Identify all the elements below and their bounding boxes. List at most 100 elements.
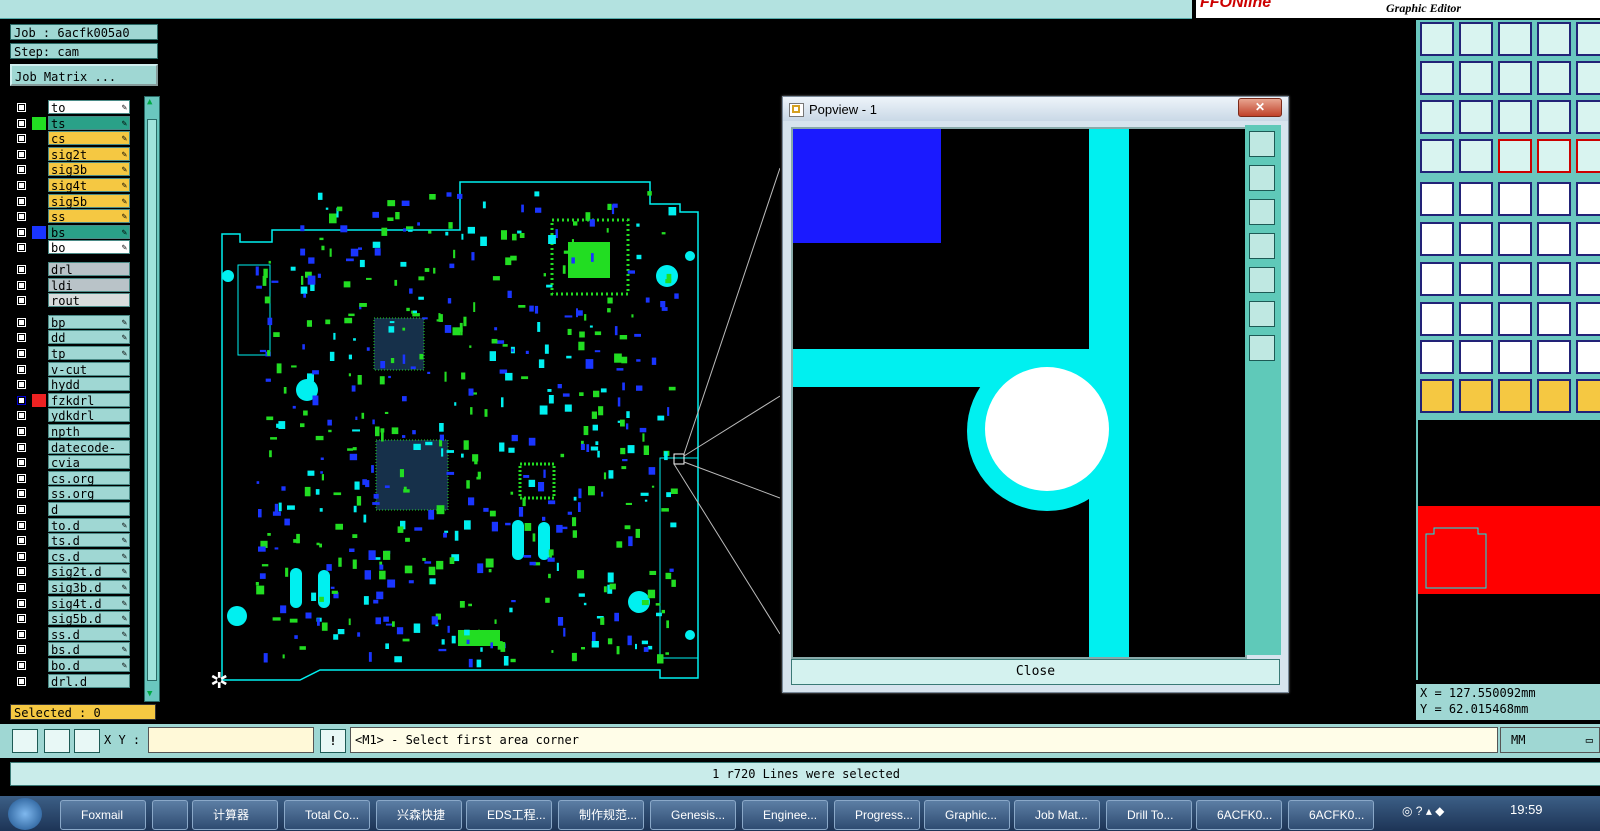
layer-checkbox[interactable] xyxy=(16,348,27,359)
layer-name[interactable]: ts.d ✎ xyxy=(48,533,130,548)
layer-name[interactable]: sig5b ✎ xyxy=(48,193,130,209)
taskbar-item[interactable]: Total Co... xyxy=(284,800,370,830)
layer-row[interactable]: cs.org xyxy=(12,470,132,486)
layer-name[interactable]: bo ✎ xyxy=(48,240,130,255)
taskbar-item[interactable]: 6ACFK0... xyxy=(1196,800,1282,830)
triangle-icon[interactable] xyxy=(1420,340,1454,374)
snap-icon[interactable] xyxy=(12,729,38,753)
pointer3-icon[interactable] xyxy=(1498,379,1532,413)
pointer-icon[interactable] xyxy=(1420,379,1454,413)
layer-name[interactable]: sig4t.d ✎ xyxy=(48,595,130,611)
layer-checkbox[interactable] xyxy=(16,148,27,160)
layer-row[interactable]: bp ✎ xyxy=(12,314,132,330)
taskbar-item[interactable]: 计算器 xyxy=(192,800,278,830)
layer-row[interactable]: sig3b ✎ xyxy=(12,162,132,177)
layer-checkbox[interactable] xyxy=(16,133,27,145)
layer-row[interactable]: ts ✎ xyxy=(12,115,132,131)
layer-checkbox[interactable] xyxy=(16,379,27,391)
layer-checkbox[interactable] xyxy=(16,675,27,687)
layer-checkbox[interactable] xyxy=(16,660,27,671)
redo-icon[interactable] xyxy=(1459,61,1493,95)
layer-checkbox[interactable] xyxy=(16,394,27,406)
layer-row[interactable]: d xyxy=(12,502,132,517)
layer-name[interactable]: ts ✎ xyxy=(48,115,130,131)
layer-color-swatch[interactable] xyxy=(32,612,46,626)
layer-color-swatch[interactable] xyxy=(32,116,46,130)
layer-checkbox[interactable] xyxy=(16,488,27,500)
minus-icon[interactable] xyxy=(1459,302,1493,336)
line-icon[interactable] xyxy=(1420,262,1454,296)
taskbar-item[interactable]: 制作规范... xyxy=(558,800,644,830)
ruler-icon[interactable] xyxy=(1498,182,1532,216)
layer-checkbox[interactable] xyxy=(16,279,27,291)
list-icon[interactable] xyxy=(1576,100,1600,134)
alert-icon[interactable]: ! xyxy=(320,729,346,753)
start-button[interactable] xyxy=(8,798,42,830)
layer-checkbox[interactable] xyxy=(16,519,27,531)
layer-checkbox[interactable] xyxy=(16,363,27,375)
layer-name[interactable]: bo.d ✎ xyxy=(48,658,130,673)
layer-name[interactable]: bp ✎ xyxy=(48,314,130,330)
layer-name[interactable]: ss.d ✎ xyxy=(48,626,130,642)
layer-name[interactable]: npth xyxy=(48,424,130,439)
layer-checkbox[interactable] xyxy=(16,332,27,344)
layer-row[interactable]: ss ✎ xyxy=(12,209,132,224)
ratio-icon[interactable] xyxy=(1498,100,1532,134)
layer-name[interactable]: v-cut xyxy=(48,361,130,377)
zoom-in-icon[interactable] xyxy=(1249,301,1275,327)
taskbar-item[interactable]: 兴森快捷 xyxy=(376,800,462,830)
layer-name[interactable]: ldi xyxy=(48,277,130,293)
layer-name[interactable]: sig2t ✎ xyxy=(48,146,130,162)
layer-row[interactable]: bs ✎ xyxy=(12,224,132,240)
layer-row[interactable]: ss.org xyxy=(12,486,132,501)
line2-icon[interactable] xyxy=(1459,262,1493,296)
move-icon[interactable] xyxy=(1576,22,1600,56)
layer-row[interactable]: sig4t ✎ xyxy=(12,178,132,193)
pad-icon[interactable] xyxy=(1459,139,1493,173)
layer-name[interactable]: cvia xyxy=(48,455,130,470)
layer-color-swatch[interactable] xyxy=(32,581,46,594)
layer-name[interactable]: rout xyxy=(48,293,130,308)
pan-up-icon[interactable] xyxy=(1249,165,1275,191)
layer-checkbox[interactable] xyxy=(16,535,27,547)
settings-icon[interactable] xyxy=(1420,139,1454,173)
layer-row[interactable]: cs ✎ xyxy=(12,131,132,146)
graphics-canvas[interactable]: ✲ xyxy=(160,20,780,720)
layer-checkbox[interactable] xyxy=(16,457,27,469)
layer-color-swatch[interactable] xyxy=(32,674,46,688)
layer-color-swatch[interactable] xyxy=(32,659,46,672)
layer-row[interactable]: to ✎ xyxy=(12,100,132,115)
query-icon[interactable] xyxy=(1537,100,1571,134)
bracket-icon[interactable] xyxy=(1537,262,1571,296)
layer-row[interactable]: ss.d ✎ xyxy=(12,626,132,642)
grid2-icon[interactable] xyxy=(1576,302,1600,336)
net3-icon[interactable] xyxy=(1576,139,1600,173)
popview-close-button[interactable]: Close xyxy=(791,659,1280,685)
layer-row[interactable]: sig5b ✎ xyxy=(12,193,132,209)
pan-left-icon[interactable] xyxy=(1249,233,1275,259)
layer-row[interactable]: bo.d ✎ xyxy=(12,658,132,673)
layer-color-swatch[interactable] xyxy=(32,425,46,438)
select-icon[interactable] xyxy=(1420,302,1454,336)
layer-name[interactable]: to ✎ xyxy=(48,100,130,115)
layer-color-swatch[interactable] xyxy=(32,179,46,192)
pointer2-icon[interactable] xyxy=(1459,379,1493,413)
arc-icon[interactable] xyxy=(1498,262,1532,296)
layer-color-swatch[interactable] xyxy=(32,456,46,470)
layer-name[interactable]: d xyxy=(48,502,130,517)
layer-color-swatch[interactable] xyxy=(32,132,46,146)
taskbar-item[interactable] xyxy=(152,800,188,830)
layer-checkbox[interactable] xyxy=(16,295,27,307)
layer-color-swatch[interactable] xyxy=(32,362,46,376)
layer-color-swatch[interactable] xyxy=(32,347,46,360)
layer-name[interactable]: cs ✎ xyxy=(48,131,130,146)
layer-checkbox[interactable] xyxy=(16,566,27,578)
layer-name[interactable]: ydkdrl xyxy=(48,408,130,423)
layer-color-swatch[interactable] xyxy=(32,487,46,501)
layer-icon[interactable] xyxy=(1576,61,1600,95)
layer-name[interactable]: drl xyxy=(48,262,130,277)
layers2-icon[interactable] xyxy=(1537,302,1571,336)
layer-color-swatch[interactable] xyxy=(32,331,46,345)
layer-checkbox[interactable] xyxy=(16,195,27,207)
layer-row[interactable]: bo ✎ xyxy=(12,240,132,255)
